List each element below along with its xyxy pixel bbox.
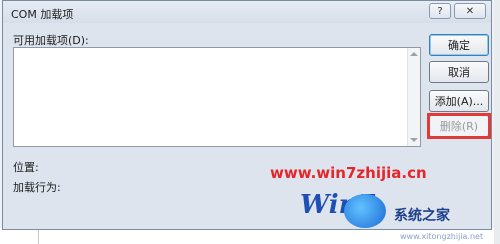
close-icon: ✕: [465, 5, 475, 17]
cancel-button[interactable]: 取消: [429, 61, 489, 83]
available-addins-label: 可用加载项(D):: [13, 34, 89, 47]
help-icon: ?: [437, 5, 443, 17]
addins-listbox[interactable]: [13, 47, 421, 147]
scroll-down-icon[interactable]: [410, 138, 418, 142]
listbox-scrollbar[interactable]: [407, 48, 420, 146]
background-divider: [38, 230, 39, 244]
com-addins-dialog: COM 加载项 ? ✕ 可用加载项(D): 确定 取消 添加(A)... 删除(…: [2, 0, 492, 230]
help-button[interactable]: ?: [429, 3, 451, 19]
load-behavior-label: 加载行为:: [13, 181, 61, 194]
background-edge: [494, 0, 500, 244]
window-title: COM 加载项: [11, 8, 74, 21]
add-button[interactable]: 添加(A)...: [429, 90, 489, 112]
watermark-globe-icon: [344, 194, 386, 228]
watermark-url: www.win7zhijia.cn: [270, 164, 427, 182]
title-bar[interactable]: COM 加载项 ? ✕: [3, 1, 491, 23]
watermark-small-url: www.xitongzhijia.net: [400, 232, 484, 241]
ok-button[interactable]: 确定: [429, 34, 489, 56]
close-button[interactable]: ✕: [454, 3, 486, 19]
watermark-brand: 系统之家: [394, 208, 450, 224]
location-label: 位置:: [13, 161, 39, 174]
scroll-up-icon[interactable]: [410, 52, 418, 56]
highlight-box: [427, 113, 491, 139]
